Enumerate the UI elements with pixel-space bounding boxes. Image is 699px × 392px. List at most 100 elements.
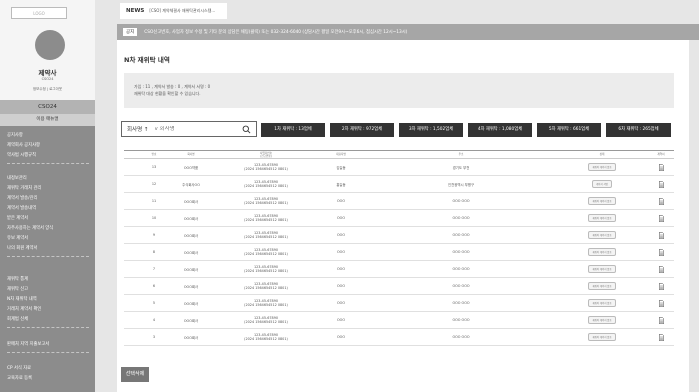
table-row[interactable]: 9 OOO회사 123-45-67890 (2024 1564654512 0801)… [124, 227, 674, 244]
sidebar-menu-item[interactable]: 재위탁 통계 [0, 275, 95, 285]
table-row[interactable]: 6 OOO회사 123-45-67890 (2024 1564654512 0801)… [124, 278, 674, 295]
status-button[interactable]: 계약서 서명 [592, 180, 612, 188]
sidebar-menu-item[interactable]: 나의 회원 계약서 [0, 244, 95, 254]
document-icon[interactable] [658, 180, 664, 188]
row-reg-number: (2024 1564654512 0801) [244, 303, 288, 307]
row-contract [648, 261, 674, 277]
row-reg-number: (2024 1564654512 0801) [244, 167, 288, 171]
row-select[interactable] [124, 261, 142, 277]
filter-tier-6[interactable]: 6차 재위탁 : 265업체 [606, 123, 671, 137]
news-text[interactable]: [CSO] 계약체결사 재위탁관리시스템... [149, 8, 215, 14]
sidebar-menu-item[interactable]: 재위탁 거래처 관리 [0, 184, 95, 194]
filter-tier-2[interactable]: 2차 재위탁 : 972업체 [330, 123, 394, 137]
document-icon[interactable] [658, 282, 664, 290]
status-button[interactable]: 재위탁 계약서 발송 [588, 282, 616, 290]
row-ceo: OOO [336, 301, 345, 305]
row-address: 경기도 부천 [452, 165, 470, 170]
sidebar-menu-item[interactable]: 내정보관리 [0, 174, 95, 184]
sidebar-menu-item[interactable]: 판매처 지역 지출보고서 [0, 340, 95, 350]
table-row[interactable]: 13 OOO약품 123-45-67890 (2024 1564654512 0801… [124, 159, 674, 176]
search-icon[interactable] [242, 125, 251, 134]
notice-text[interactable]: CSO신고번호, 사업자 정보 수정 및 기타 문의 상담은 채팅(클릭) 또는… [144, 29, 407, 35]
sidebar-menu-item[interactable]: 계약서 발송내역 [0, 204, 95, 214]
news-label: NEWS [126, 8, 145, 14]
row-number: 4 [152, 318, 156, 322]
document-icon[interactable] [658, 248, 664, 256]
row-select[interactable] [124, 295, 142, 311]
row-select[interactable] [124, 312, 142, 328]
sidebar-menu-item[interactable]: 공지사항 [0, 131, 95, 141]
filter-tier-5[interactable]: 5차 재위탁 : 661업체 [537, 123, 601, 137]
bulk-delete-button[interactable]: 선택삭제 [121, 367, 149, 382]
sidebar-menu-item[interactable]: 재위탁 신고 [0, 285, 95, 295]
status-button[interactable]: 재위탁 계약서 발송 [588, 163, 616, 171]
table-row[interactable]: 12 주식회사OO 123-45-67890 (2024 1564654512 080… [124, 176, 674, 193]
row-select[interactable] [124, 176, 142, 192]
search-input[interactable] [154, 126, 225, 132]
row-select[interactable] [124, 193, 142, 209]
row-select[interactable] [124, 278, 142, 294]
sidebar-menu-item[interactable]: 유보 계약서 [0, 234, 95, 244]
th-status: 상태 [599, 153, 605, 156]
sidebar-menu-item[interactable]: 거래처 계약서 확인 [0, 305, 95, 315]
filter-tier-3[interactable]: 3차 재위탁 : 1,502업체 [399, 123, 463, 137]
table-row[interactable]: 4 OOO회사 123-45-67890 (2024 1564654512 0801)… [124, 312, 674, 329]
table-row[interactable]: 7 OOO회사 123-45-67890 (2024 1564654512 0801)… [124, 261, 674, 278]
table-row[interactable]: 5 OOO회사 123-45-67890 (2024 1564654512 0801)… [124, 295, 674, 312]
row-select[interactable] [124, 227, 142, 243]
sidebar-menu-item[interactable]: 계약서 발송/관리 [0, 194, 95, 204]
row-select[interactable] [124, 159, 142, 175]
document-icon[interactable] [658, 231, 664, 239]
table-row[interactable]: 3 OOO회사 123-45-67890 (2024 1564654512 0801)… [124, 329, 674, 346]
status-button[interactable]: 재위탁 계약서 발송 [588, 316, 616, 324]
row-number: 8 [152, 250, 156, 254]
table-row[interactable]: 11 OOO회사 123-45-67890 (2024 1564654512 0801… [124, 193, 674, 210]
row-select[interactable] [124, 244, 142, 260]
status-button[interactable]: 재위탁 계약서 발송 [588, 265, 616, 273]
search-field-select[interactable]: 회사명 ↑ [127, 125, 149, 133]
row-contract [648, 295, 674, 311]
status-button[interactable]: 재위탁 계약서 발송 [588, 248, 616, 256]
document-icon[interactable] [658, 316, 664, 324]
table-row[interactable]: 8 OOO회사 123-45-67890 (2024 1564654512 0801)… [124, 244, 674, 261]
sidebar-menu-item[interactable]: 교육자료 등록 [0, 374, 95, 384]
sidebar-menu-item[interactable]: 제약회사 공지사항 [0, 141, 95, 151]
menu-group: 공지사항 제약회사 공지사항 약사법 시행규칙 [0, 131, 95, 161]
document-icon[interactable] [658, 214, 664, 222]
guide-button[interactable]: 이용 매뉴얼 [0, 114, 95, 126]
sidebar-menu-item[interactable]: N차 재위탁 내역 [0, 295, 95, 305]
document-icon[interactable] [658, 163, 664, 171]
document-icon[interactable] [658, 197, 664, 205]
row-contract [648, 176, 674, 192]
status-button[interactable]: 재위탁 계약서 발송 [588, 299, 616, 307]
table-row[interactable]: 10 OOO회사 123-45-67890 (2024 1564654512 0801… [124, 210, 674, 227]
sidebar-menu-item[interactable]: 받은 계약서 [0, 214, 95, 224]
sidebar-menu-item[interactable]: CP 서식 자료 [0, 364, 95, 374]
row-number: 10 [151, 216, 157, 220]
code-label: CSO24 [0, 100, 95, 114]
status-button[interactable]: 재위탁 계약서 발송 [588, 214, 616, 222]
filter-tier-1[interactable]: 1차 재위탁 : 13업체 [261, 123, 325, 137]
document-icon[interactable] [658, 333, 664, 341]
user-links[interactable]: 정보수정 | 로그아웃 [0, 87, 95, 92]
row-select[interactable] [124, 329, 142, 345]
sidebar-menu-item[interactable]: 자주사용하는 계약서 양식 [0, 224, 95, 234]
logo[interactable]: LOGO [11, 7, 67, 19]
row-company: OOO약품 [183, 165, 199, 170]
document-icon[interactable] [658, 299, 664, 307]
row-company: OOO회사 [183, 335, 199, 340]
status-button[interactable]: 재위탁 계약서 발송 [588, 197, 616, 205]
row-status: 재위탁 계약서 발송 [556, 278, 648, 294]
filter-tier-4[interactable]: 4차 재위탁 : 1,080업체 [468, 123, 532, 137]
row-biz-info: 123-45-67890 (2024 1564654512 0801) [216, 329, 316, 345]
row-select[interactable] [124, 210, 142, 226]
document-icon[interactable] [658, 265, 664, 273]
news-ticker[interactable]: NEWS [CSO] 계약체결사 재위탁관리시스템... [120, 3, 227, 19]
notice-bar: 공지 CSO신고번호, 사업자 정보 수정 및 기타 문의 상담은 채팅(클릭)… [117, 24, 699, 40]
row-company: OOO회사 [183, 318, 199, 323]
status-button[interactable]: 재위탁 계약서 발송 [588, 231, 616, 239]
menu-group: 판매처 지역 지출보고서 [0, 340, 95, 350]
sidebar-menu-item[interactable]: 약사법 시행규칙 [0, 151, 95, 161]
sidebar-menu-item[interactable]: 회계법 신체 [0, 315, 95, 325]
status-button[interactable]: 재위탁 계약서 발송 [588, 333, 616, 341]
